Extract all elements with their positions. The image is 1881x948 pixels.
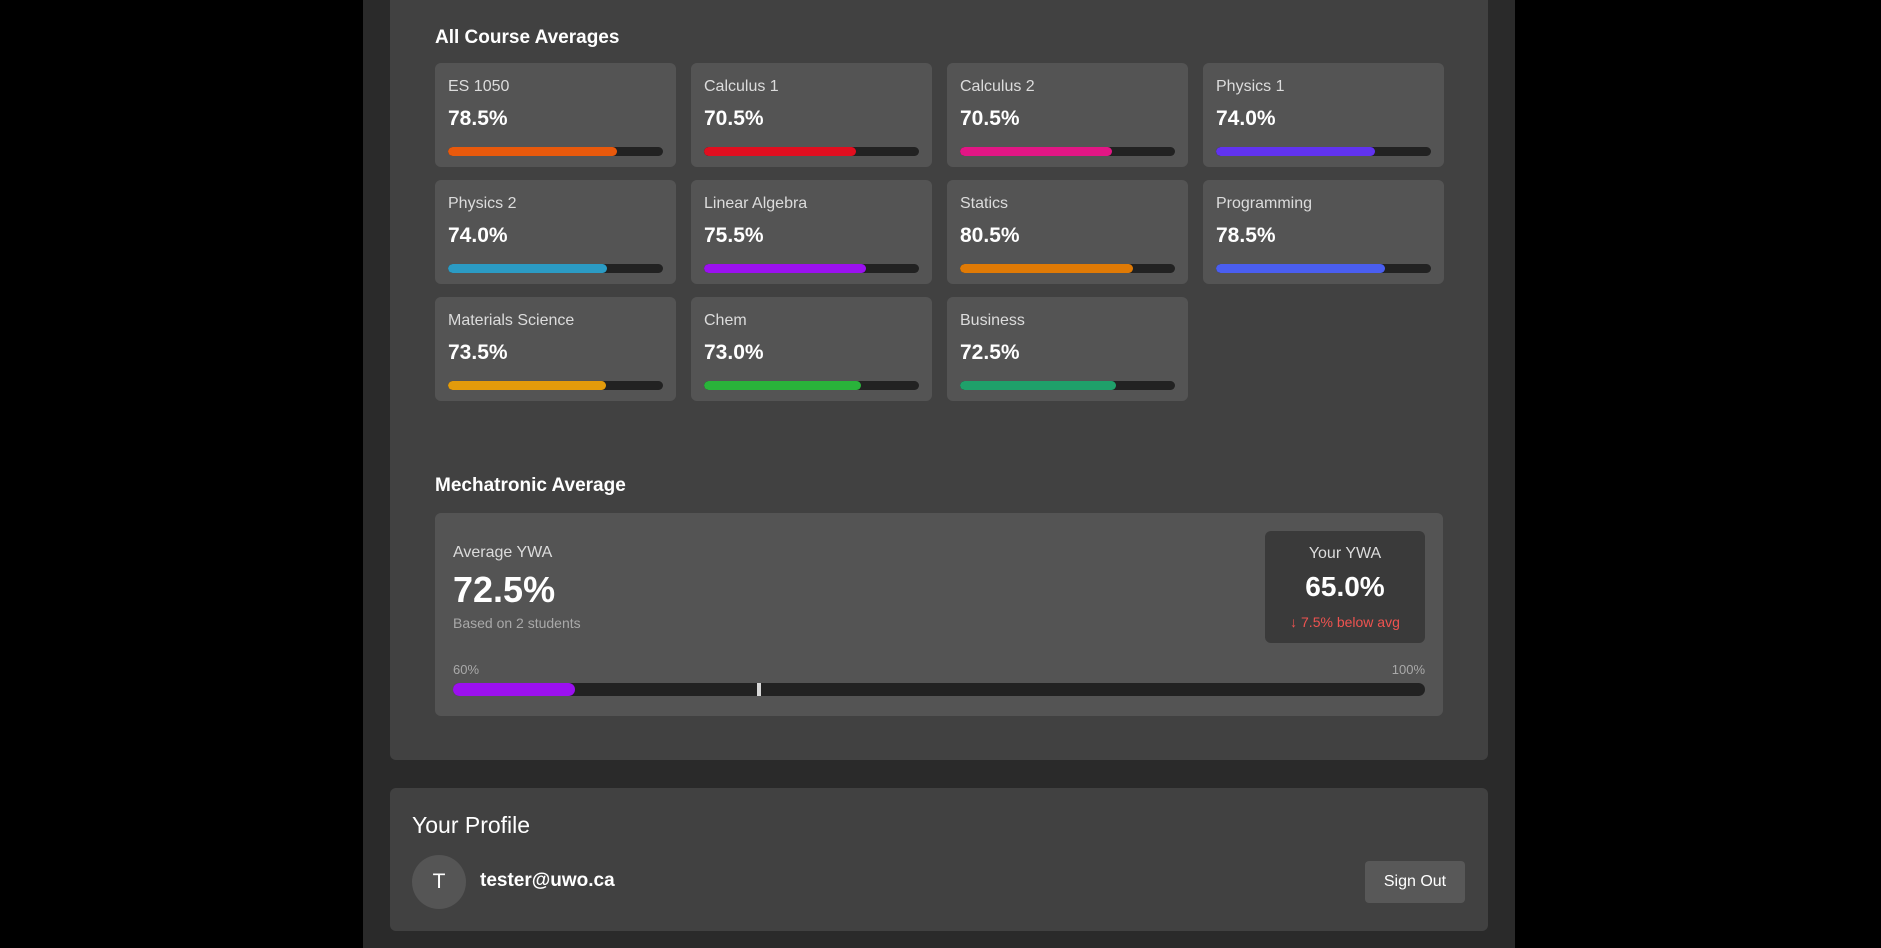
course-averages-panel: All Course Averages ES 1050 78.5% Calculus… (390, 0, 1488, 760)
your-ywa-label: Your YWA (1308, 545, 1382, 562)
course-progress-fill (1216, 264, 1385, 273)
course-progress-fill (1216, 147, 1376, 156)
course-average-value: 75.5% (704, 224, 764, 247)
course-progress-bar (448, 381, 663, 390)
course-progress-fill (448, 147, 617, 156)
profile-title: Your Profile (412, 812, 531, 838)
course-average-value: 80.5% (960, 224, 1020, 247)
course-name: Linear Algebra (704, 195, 808, 212)
course-card: ES 1050 78.5% (435, 63, 676, 167)
profile-panel: Your Profile T tester@uwo.ca Sign Out (390, 788, 1488, 931)
course-card: Physics 1 74.0% (1203, 63, 1444, 167)
course-progress-bar (704, 264, 919, 273)
your-ywa-box: Your YWA 65.0% ↓ 7.5% below avg (1265, 531, 1425, 643)
course-average-value: 74.0% (448, 224, 508, 247)
course-progress-bar (960, 264, 1175, 273)
page-column: All Course Averages ES 1050 78.5% Calculus… (363, 0, 1515, 948)
course-progress-bar (448, 264, 663, 273)
course-name: ES 1050 (448, 78, 510, 95)
scale-max-label: 100% (1391, 662, 1425, 677)
course-name: Calculus 2 (960, 78, 1035, 95)
course-card: Materials Science 73.5% (435, 297, 676, 401)
course-progress-bar (704, 147, 919, 156)
ywa-scale-fill (453, 683, 575, 696)
course-progress-bar (704, 381, 919, 390)
course-name: Business (960, 312, 1025, 329)
course-average-value: 72.5% (960, 341, 1020, 364)
average-ywa-label: Average YWA (453, 544, 553, 561)
mechatronic-average-card: Average YWA 72.5% Based on 2 students Yo… (435, 513, 1443, 716)
course-progress-bar (1216, 147, 1431, 156)
course-card: Calculus 2 70.5% (947, 63, 1188, 167)
course-average-value: 78.5% (1216, 224, 1276, 247)
course-name: Chem (704, 312, 747, 329)
course-card: Statics 80.5% (947, 180, 1188, 284)
course-name: Programming (1216, 195, 1313, 212)
course-progress-fill (960, 264, 1134, 273)
ywa-scale-bar (453, 683, 1425, 696)
course-card: Business 72.5% (947, 297, 1188, 401)
course-progress-fill (448, 264, 608, 273)
course-progress-fill (448, 381, 607, 390)
sign-out-button[interactable]: Sign Out (1365, 861, 1465, 903)
course-name: Physics 1 (1216, 78, 1285, 95)
student-count-note: Based on 2 students (453, 615, 581, 631)
average-marker (756, 683, 761, 696)
course-average-value: 74.0% (1216, 107, 1276, 130)
course-averages-grid: ES 1050 78.5% Calculus 1 70.5% Calculus 2 70.… (435, 63, 1444, 401)
course-average-value: 73.0% (704, 341, 764, 364)
mechatronic-average-title: Mechatronic Average (435, 475, 626, 496)
user-email: tester@uwo.ca (480, 870, 615, 891)
course-progress-bar (960, 147, 1175, 156)
course-progress-fill (704, 147, 856, 156)
course-progress-fill (704, 264, 867, 273)
course-progress-fill (960, 381, 1116, 390)
course-card: Physics 2 74.0% (435, 180, 676, 284)
course-progress-bar (960, 381, 1175, 390)
course-card: Programming 78.5% (1203, 180, 1444, 284)
course-progress-fill (704, 381, 861, 390)
course-progress-fill (960, 147, 1112, 156)
ywa-difference: ↓ 7.5% below avg (1290, 614, 1400, 630)
course-name: Calculus 1 (704, 78, 779, 95)
course-average-value: 70.5% (960, 107, 1020, 130)
course-progress-bar (1216, 264, 1431, 273)
course-progress-bar (448, 147, 663, 156)
course-card: Calculus 1 70.5% (691, 63, 932, 167)
avatar: T (412, 855, 466, 909)
course-card: Linear Algebra 75.5% (691, 180, 932, 284)
course-average-value: 78.5% (448, 107, 508, 130)
course-name: Physics 2 (448, 195, 517, 212)
scale-min-label: 60% (453, 662, 480, 677)
your-ywa-value: 65.0% (1305, 571, 1385, 602)
course-average-value: 70.5% (704, 107, 764, 130)
course-name: Statics (960, 195, 1009, 212)
course-averages-title: All Course Averages (435, 27, 620, 48)
average-ywa-value: 72.5% (453, 569, 556, 610)
course-name: Materials Science (448, 312, 575, 329)
course-average-value: 73.5% (448, 341, 508, 364)
course-card: Chem 73.0% (691, 297, 932, 401)
